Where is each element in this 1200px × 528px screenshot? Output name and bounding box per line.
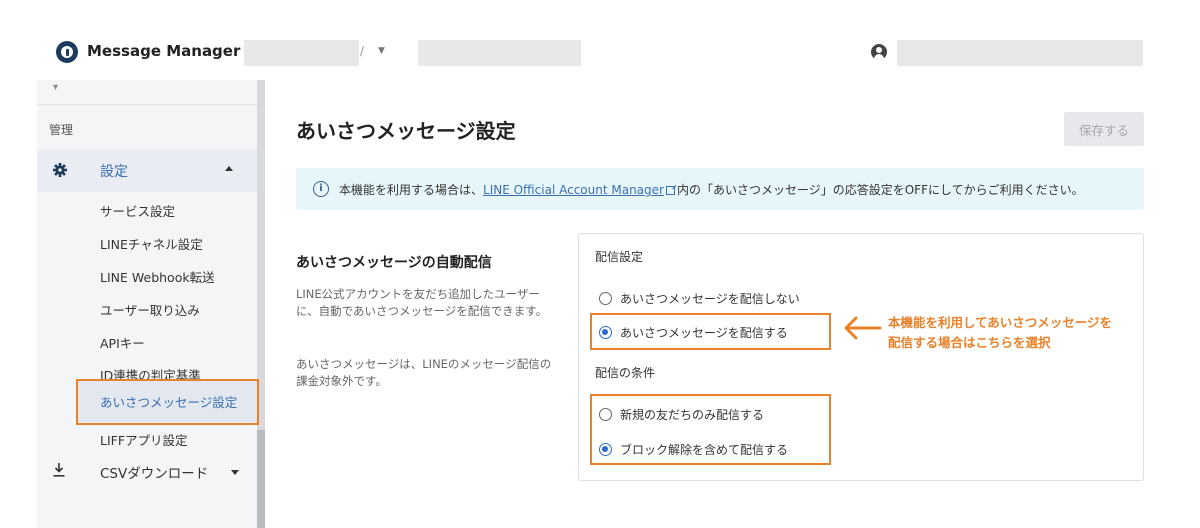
save-button[interactable]: 保存する	[1064, 112, 1144, 146]
account-chevron-down-icon[interactable]: ▼	[378, 46, 385, 56]
sidebar-item-csv-download[interactable]: CSVダウンロード	[100, 462, 208, 482]
annotation-text: 本機能を利用してあいさつメッセージを 配信する場合はこちらを選択	[888, 313, 1112, 353]
line-oa-manager-link[interactable]: LINE Official Account Manager	[483, 183, 664, 197]
app-title[interactable]: Message Manager	[87, 42, 240, 60]
delivery-condition-label: 配信の条件	[595, 366, 656, 380]
deliver-option-highlight-box	[590, 313, 831, 350]
condition-options-highlight-box	[590, 394, 831, 465]
sidebar-top-item[interactable]: ▾	[37, 80, 257, 105]
sidebar-top-icon: ▾	[53, 82, 59, 93]
page-title: あいさつメッセージ設定	[296, 119, 516, 143]
logo-inner	[61, 46, 73, 58]
section-description: LINE公式アカウントを友だち追加したユーザーに、自動であいさつメッセージを配信…	[296, 287, 548, 318]
sidebar-item-api-key[interactable]: APIキー	[100, 333, 145, 352]
section-billing-note: あいさつメッセージは、LINEのメッセージ配信の課金対象外です。	[296, 357, 552, 388]
sidebar-group-label: 管理	[49, 123, 74, 137]
info-icon: i	[313, 181, 329, 197]
info-banner: i 本機能を利用する場合は、LINE Official Account Mana…	[296, 168, 1144, 210]
delivery-setting-label: 配信設定	[595, 250, 644, 264]
account-separator: /	[360, 44, 365, 58]
external-link-icon[interactable]	[665, 186, 675, 195]
sidebar-item-settings-label: 設定	[100, 164, 128, 180]
sidebar-item-service-settings[interactable]: サービス設定	[100, 201, 175, 220]
sidebar-scrollbar[interactable]	[257, 80, 265, 528]
sidebar-item-line-webhook[interactable]: LINE Webhook転送	[100, 267, 215, 286]
gear-icon	[53, 163, 67, 177]
account-name-redacted[interactable]	[244, 40, 359, 66]
sidebar-item-line-channel[interactable]: LINEチャネル設定	[100, 234, 203, 253]
info-text: 本機能を利用する場合は、LINE Official Account Manage…	[339, 181, 1084, 198]
sidebar-item-user-import[interactable]: ユーザー取り込み	[100, 300, 200, 319]
sidebar-item-settings[interactable]: 設定	[37, 150, 257, 192]
app-logo[interactable]	[56, 41, 78, 63]
chevron-down-icon[interactable]	[231, 470, 239, 475]
sidebar: ▾ 管理 設定 サービス設定 LINEチャネル設定 LINE Webhook転送…	[37, 80, 265, 528]
annotation-line-2: 配信する場合はこちらを選択	[888, 335, 1051, 350]
sidebar-item-liff-app[interactable]: LIFFアプリ設定	[100, 430, 188, 449]
top-header: Message Manager / ▼	[0, 0, 1200, 92]
annotation-line-1: 本機能を利用してあいさつメッセージを	[888, 315, 1113, 330]
section-title: あいさつメッセージの自動配信	[296, 255, 492, 271]
logo-mark	[65, 48, 69, 56]
user-name-redacted[interactable]	[897, 40, 1143, 66]
radio-label: あいさつメッセージを配信しない	[620, 292, 800, 306]
radio-option-no-delivery[interactable]: あいさつメッセージを配信しない	[599, 290, 800, 307]
sidebar-scrollbar-thumb[interactable]	[257, 430, 265, 528]
channel-name-redacted[interactable]	[418, 40, 581, 66]
radio-button[interactable]	[599, 292, 612, 305]
info-text-suffix: 内の「あいさつメッセージ」の応答設定をOFFにしてからご利用ください。	[676, 183, 1084, 197]
arrow-left-icon	[844, 316, 882, 340]
sidebar-highlight-box	[76, 379, 259, 425]
caret-up-icon	[225, 166, 233, 171]
user-icon[interactable]	[871, 44, 887, 60]
download-icon	[53, 463, 65, 477]
info-text-prefix: 本機能を利用する場合は、	[339, 183, 484, 197]
